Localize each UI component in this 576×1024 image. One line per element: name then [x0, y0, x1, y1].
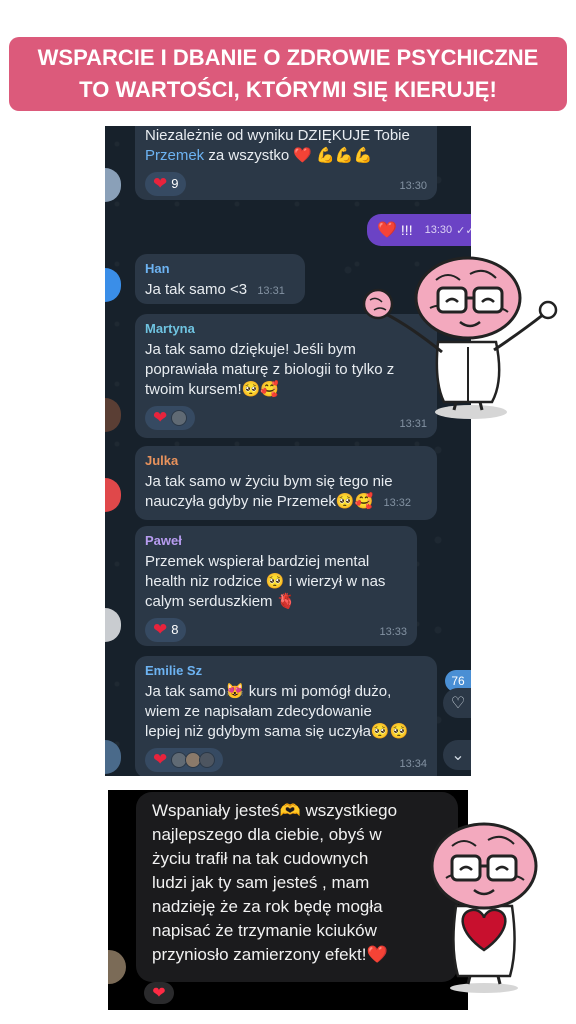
message-line: wiem ze napisałam zdecydowanie	[145, 703, 372, 720]
reaction-pill[interactable]: ❤	[145, 748, 224, 772]
reaction-count: 9	[171, 176, 179, 191]
message-time: 13:33	[379, 626, 407, 638]
heart-icon: ❤️	[377, 222, 397, 239]
avatar[interactable]	[105, 268, 121, 302]
message-line: Przemek wspierał bardziej mental	[145, 553, 370, 570]
banner-line-2: TO WARTOŚCI, KTÓRYMI SIĘ KIERUJĘ!	[79, 77, 497, 102]
banner-line-1: WSPARCIE I DBANIE O ZDROWIE PSYCHICZNE	[37, 45, 539, 70]
mention-link[interactable]: Przemek	[145, 147, 204, 164]
message-bubble[interactable]: Paweł Przemek wspierał bardziej mental h…	[135, 526, 417, 646]
reactor-avatar	[171, 410, 188, 426]
message-line: lepiej niż gdybym sama się uczyła🥺🥺	[145, 723, 409, 740]
message-time: 13:31	[257, 285, 285, 297]
message-line: ludzi jak ty sam jesteś , mam	[152, 873, 370, 892]
scroll-down-button[interactable]: ⌄	[443, 740, 471, 770]
message-line: Ja tak samo w życiu bym się tego nie	[145, 473, 393, 490]
message-line: calym serduszkiem 🫀	[145, 593, 296, 610]
message-time: 13:34	[399, 758, 427, 770]
chevron-down-icon: ⌄	[451, 745, 465, 764]
message-line: najlepszego dla ciebie, obyś w	[152, 825, 382, 844]
message-text: za wszystko ❤️ 💪💪💪	[208, 147, 373, 164]
message-line: Wspaniały jesteś🫶 wszystkiego	[152, 801, 398, 820]
message-time: 13:32	[383, 497, 411, 509]
sender-name[interactable]: Julka	[145, 452, 427, 470]
sender-name[interactable]: Han	[145, 260, 295, 278]
second-chat-screenshot: Wspaniały jesteś🫶 wszystkiego najlepszeg…	[108, 790, 468, 1010]
avatar[interactable]	[105, 168, 121, 202]
message-line: przyniosło zamierzony efekt!❤️	[152, 945, 388, 964]
message-line: health niz rodzice 🥺 i wierzył w nas	[145, 573, 386, 590]
avatar[interactable]	[105, 398, 121, 432]
brain-with-heart-illustration	[430, 822, 538, 993]
message-bubble[interactable]: Emilie Sz Ja tak samo😻 kurs mi pomógł du…	[135, 656, 437, 776]
reaction-pill[interactable]: ❤ 9	[145, 172, 187, 196]
message-text: !!!	[400, 222, 413, 238]
read-status-icon: ✓✓	[456, 224, 471, 237]
avatar[interactable]	[105, 478, 121, 512]
message-line: napisać że trzymanie kciuków	[152, 921, 377, 940]
heart-icon: ❤	[153, 620, 168, 639]
heart-icon: ❤	[153, 174, 168, 193]
message-line: życiu trafił na tak cudownych	[152, 849, 369, 868]
message-bubble[interactable]: Niezależnie od wyniku DZIĘKUJE Tobie Prz…	[135, 126, 437, 200]
reactor-avatar	[199, 752, 216, 768]
reactions-button[interactable]: ♡	[443, 688, 471, 718]
message-text: Niezależnie od wyniku DZIĘKUJE Tobie	[145, 127, 410, 144]
avatar[interactable]	[105, 608, 121, 642]
message-bubble[interactable]: Han Ja tak samo <3 13:31	[135, 254, 305, 304]
sender-name[interactable]: Paweł	[145, 532, 407, 550]
message-bubble[interactable]: Julka Ja tak samo w życiu bym się tego n…	[135, 446, 437, 520]
reaction-pill[interactable]: ❤	[145, 406, 196, 430]
message-line: Ja tak samo😻 kurs mi pomógł dużo,	[145, 683, 392, 700]
heart-icon: ❤	[153, 750, 168, 769]
chat-screenshot: Niezależnie od wyniku DZIĘKUJE Tobie Prz…	[105, 126, 471, 776]
reaction-pill[interactable]: ❤	[144, 982, 174, 1004]
heart-outline-icon: ♡	[450, 693, 466, 712]
message-time: 13:30	[399, 180, 427, 192]
avatar[interactable]	[105, 740, 121, 774]
message-line: nadzieję że za rok będę mogła	[152, 897, 383, 916]
sender-name[interactable]: Emilie Sz	[145, 662, 427, 680]
reaction-count: 8	[171, 622, 179, 637]
outgoing-message[interactable]: ❤️ !!! 13:30 ✓✓	[367, 214, 471, 246]
brain-mascot-illustration	[362, 256, 558, 419]
heart-icon: ❤	[152, 983, 166, 1002]
header-banner: WSPARCIE I DBANIE O ZDROWIE PSYCHICZNE T…	[9, 37, 567, 111]
message-time: 13:30	[424, 224, 453, 236]
heart-icon: ❤	[153, 408, 168, 427]
message-bubble[interactable]: Wspaniały jesteś🫶 wszystkiego najlepszeg…	[136, 792, 458, 982]
reaction-pill[interactable]: ❤ 8	[145, 618, 187, 642]
avatar[interactable]	[108, 950, 126, 984]
message-text: Ja tak samo <3	[145, 281, 248, 298]
message-line: nauczyła gdyby nie Przemek🥺🥰	[145, 493, 374, 510]
